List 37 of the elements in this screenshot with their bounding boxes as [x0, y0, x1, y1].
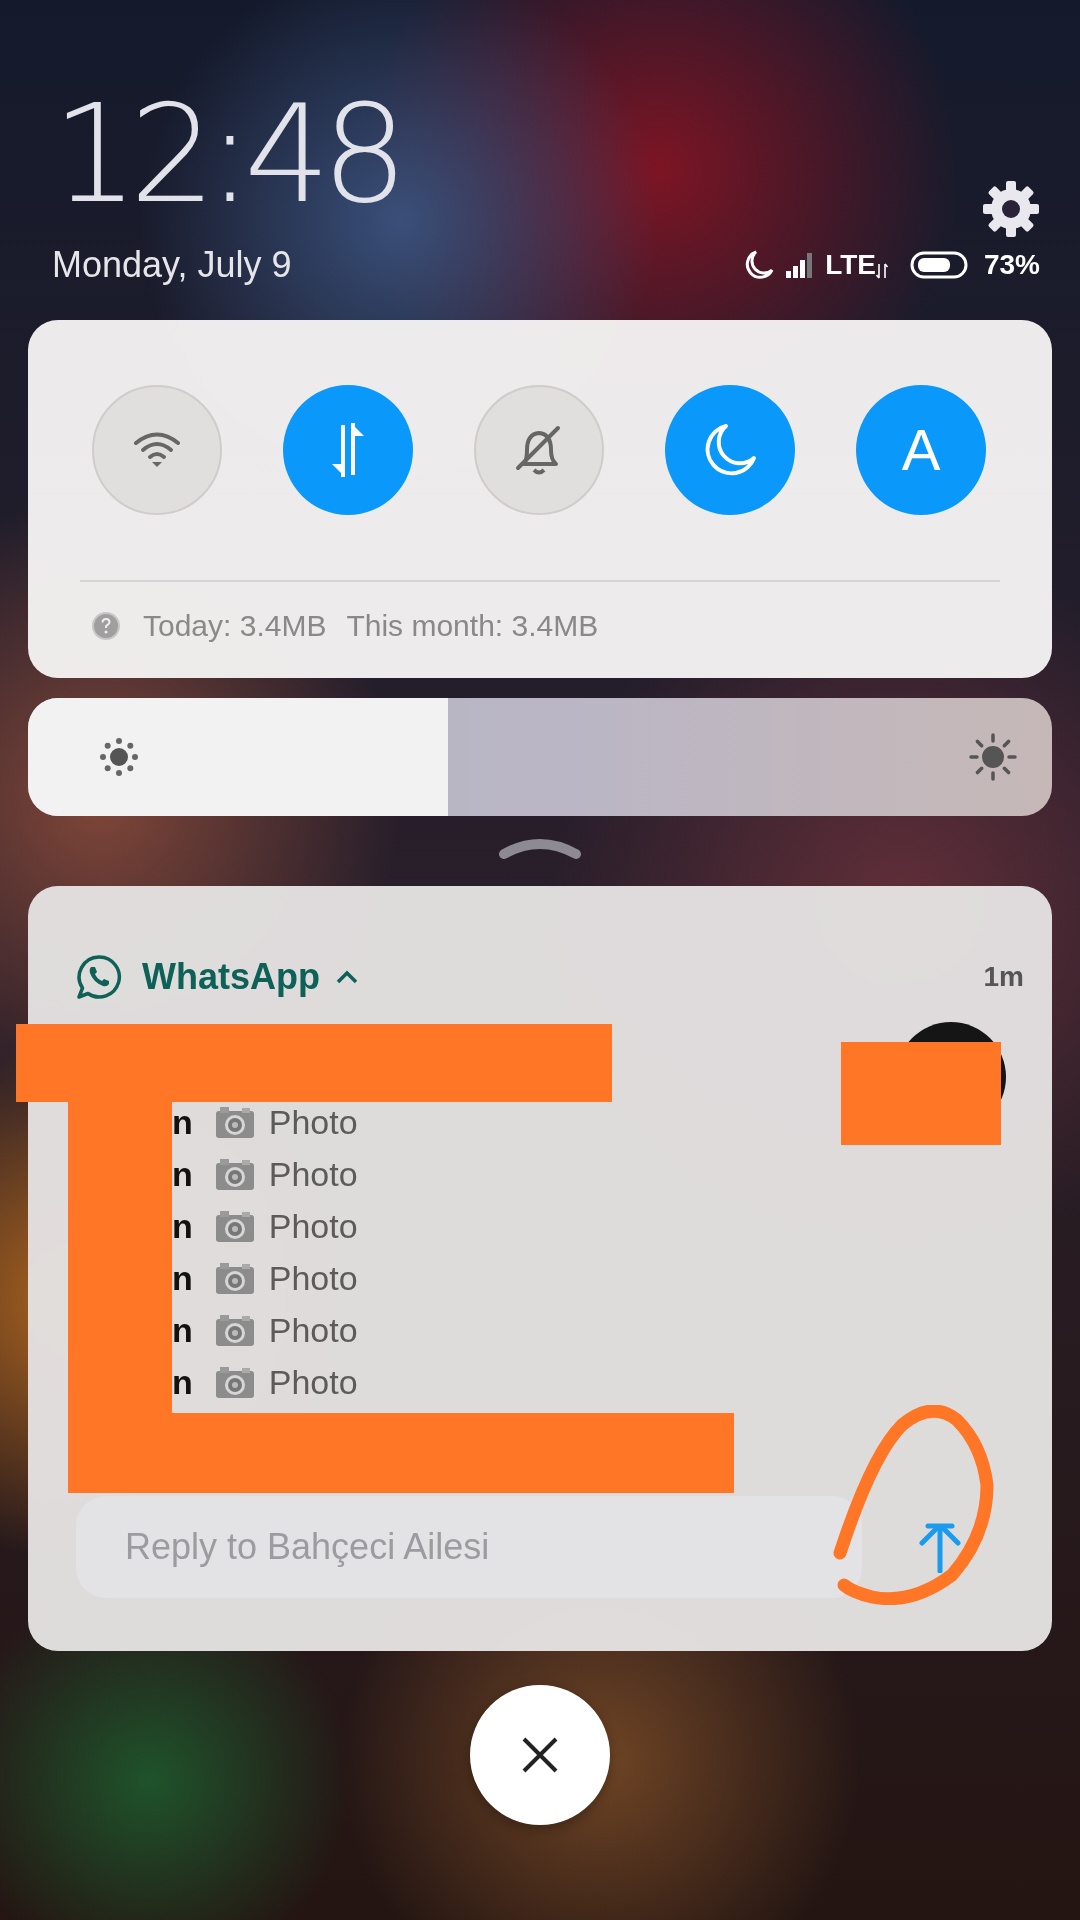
- clock-time: 12:48: [52, 80, 399, 230]
- camera-icon: [214, 1107, 255, 1139]
- data-usage-month: This month: 3.4MB: [346, 608, 599, 643]
- brightness-slider[interactable]: [28, 697, 1052, 816]
- battery-percent: 73%: [983, 248, 1040, 281]
- message-text: Photo: [268, 1207, 358, 1247]
- data-arrows-icon: [875, 262, 888, 279]
- wifi-icon: [132, 429, 182, 470]
- message-text: Photo: [268, 1259, 358, 1299]
- message-text: Photo: [268, 1311, 358, 1351]
- message-text: Photo: [268, 1155, 358, 1195]
- sender-name: n: [172, 1311, 193, 1351]
- app-name: WhatsApp: [142, 955, 320, 998]
- sender-name: n: [172, 1207, 193, 1247]
- battery-icon: [909, 250, 968, 279]
- date-label: Monday, July 9: [52, 243, 292, 286]
- phone-bubble-icon: [76, 953, 122, 1000]
- moon-icon: [743, 248, 776, 281]
- camera-icon: [214, 1263, 255, 1295]
- message-text: Photo: [268, 1103, 358, 1143]
- camera-icon: [214, 1211, 255, 1243]
- camera-icon: [214, 1315, 255, 1347]
- sender-name: n: [172, 1155, 193, 1195]
- camera-icon: [214, 1367, 255, 1399]
- sender-name: n: [172, 1363, 193, 1403]
- sender-name: n: [172, 1103, 193, 1143]
- data-usage-today: Today: 3.4MB: [143, 608, 327, 643]
- sun-large-icon: [968, 731, 1018, 782]
- sender-name: n: [172, 1259, 193, 1299]
- notification-time: 1m: [983, 960, 1024, 993]
- settings-icon[interactable]: [982, 179, 1040, 238]
- network-label: LTE: [825, 248, 876, 281]
- message-text: Photo: [268, 1363, 358, 1403]
- camera-icon: [214, 1159, 255, 1191]
- reply-field[interactable]: Reply to Bahçeci Ailesi: [76, 1495, 862, 1598]
- caret-icon[interactable]: [336, 969, 358, 984]
- close-icon: [520, 1735, 560, 1775]
